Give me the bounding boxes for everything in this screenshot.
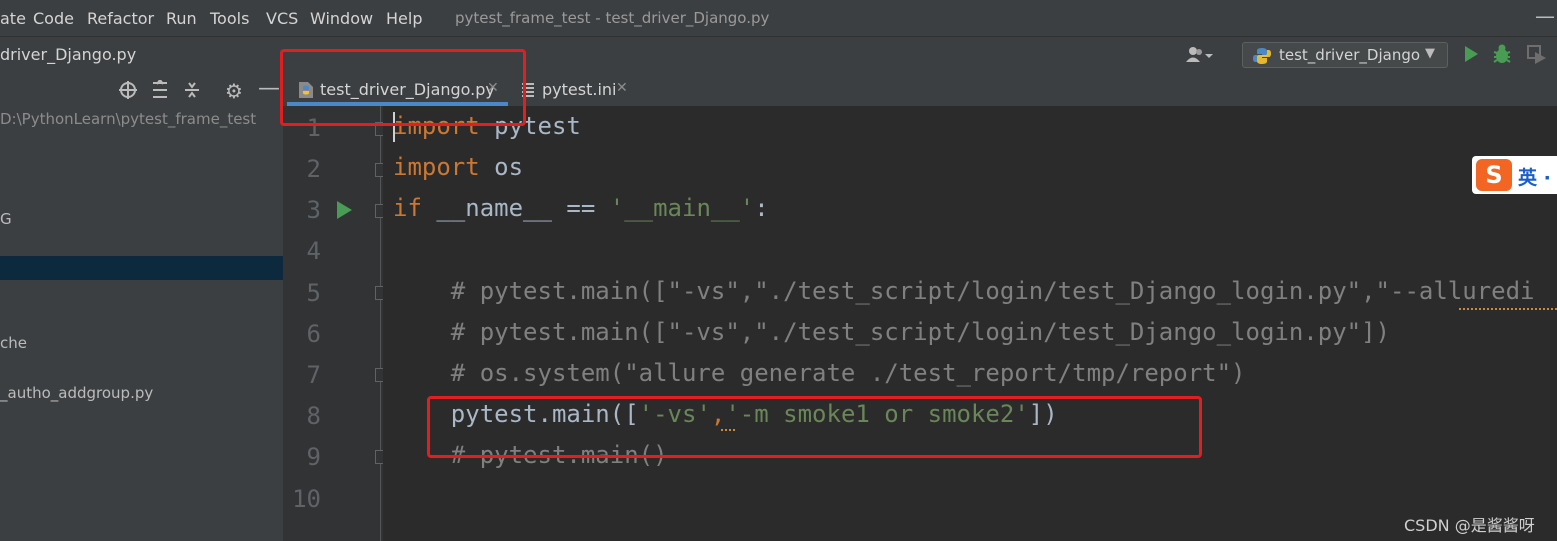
line-number: 10 — [292, 485, 321, 513]
python-icon — [1253, 47, 1271, 69]
tree-item-selected[interactable] — [0, 256, 283, 280]
string-literal: '__main__' — [609, 194, 755, 222]
sogou-logo-icon: S — [1476, 159, 1512, 191]
code-line-3: if __name__ == '__main__': — [393, 194, 769, 222]
keyword: if — [393, 194, 422, 222]
window-title: pytest_frame_test - test_driver_Django.p… — [455, 9, 770, 27]
menu-tools[interactable]: Tools — [210, 9, 249, 28]
close-tab-icon[interactable]: ✕ — [616, 80, 628, 96]
navigation-bar: driver_Django.py test_driver_Django ▼ — [0, 36, 1557, 74]
menu-vcs[interactable]: VCS — [266, 9, 298, 28]
code-editor[interactable]: import pytest import os if __name__ == '… — [383, 106, 1557, 541]
collapse-all-icon[interactable] — [183, 80, 201, 104]
code-line-5: # pytest.main(["-vs","./test_script/logi… — [393, 277, 1535, 305]
tab-label: pytest.ini — [542, 80, 617, 99]
project-toolbar: ⚙ — — [0, 72, 283, 106]
line-number: 8 — [306, 402, 321, 430]
code-line-7: # os.system("allure generate ./test_repo… — [393, 359, 1246, 387]
debug-icon[interactable] — [1492, 43, 1512, 69]
settings-gear-icon[interactable]: ⚙ — [225, 79, 243, 103]
run-icon[interactable] — [1463, 45, 1479, 67]
line-number: 6 — [306, 320, 321, 348]
menu-help[interactable]: Help — [386, 9, 422, 28]
input-method-badge[interactable]: S 英 · — [1472, 156, 1557, 194]
menu-code[interactable]: Code — [33, 9, 74, 28]
run-main-gutter-icon[interactable] — [335, 200, 353, 224]
project-root-path[interactable]: D:\PythonLearn\pytest_frame_test — [0, 110, 256, 128]
menu-window[interactable]: Window — [310, 9, 373, 28]
code-line-2: import os — [393, 153, 523, 181]
code-text: : — [754, 194, 769, 222]
user-menu-icon[interactable] — [1185, 45, 1225, 65]
watermark: CSDN @是酱酱呀 — [1404, 516, 1535, 535]
highlight-box-tab — [280, 49, 526, 126]
run-configuration-label: test_driver_Django — [1279, 46, 1421, 64]
line-number: 5 — [306, 279, 321, 307]
line-number: 4 — [306, 237, 321, 265]
tree-item[interactable]: che — [0, 334, 27, 352]
minimize-icon[interactable]: — — [1535, 4, 1555, 28]
line-number: 3 — [306, 196, 321, 224]
code-line-6: # pytest.main(["-vs","./test_script/logi… — [393, 318, 1390, 346]
highlight-box-code-line — [427, 396, 1202, 458]
locate-file-icon[interactable] — [118, 80, 138, 104]
menu-refactor[interactable]: Refactor — [87, 9, 154, 28]
chevron-down-icon: ▼ — [1425, 46, 1435, 61]
breadcrumb[interactable]: driver_Django.py — [0, 45, 136, 64]
line-number: 2 — [306, 155, 321, 183]
run-configuration-select[interactable]: test_driver_Django ▼ — [1242, 42, 1448, 68]
tree-item[interactable]: G — [0, 210, 12, 228]
project-tool-window: ⚙ — D:\PythonLearn\pytest_frame_test G c… — [0, 72, 283, 541]
menu-navigate[interactable]: ate — [0, 9, 26, 28]
menu-bar: ate Code Refactor Run Tools VCS Window H… — [0, 0, 1557, 36]
input-method-status: 英 · — [1518, 167, 1551, 189]
run-with-coverage-icon[interactable] — [1526, 44, 1548, 68]
tab-pytest-ini[interactable]: pytest.ini ✕ — [519, 72, 639, 106]
editor-gutter: 1 2 3 4 5 6 7 8 9 10 — [283, 106, 387, 541]
spellcheck-squiggle — [1459, 305, 1557, 310]
line-number: 7 — [306, 361, 321, 389]
code-text: __name__ == — [421, 194, 610, 222]
keyword: import — [393, 153, 480, 181]
tree-item[interactable]: _autho_addgroup.py — [0, 384, 153, 402]
menu-run[interactable]: Run — [166, 9, 197, 28]
line-number: 9 — [306, 443, 321, 471]
expand-all-icon[interactable] — [151, 79, 169, 104]
code-text: os — [479, 153, 524, 181]
hide-panel-icon[interactable]: — — [258, 76, 280, 101]
